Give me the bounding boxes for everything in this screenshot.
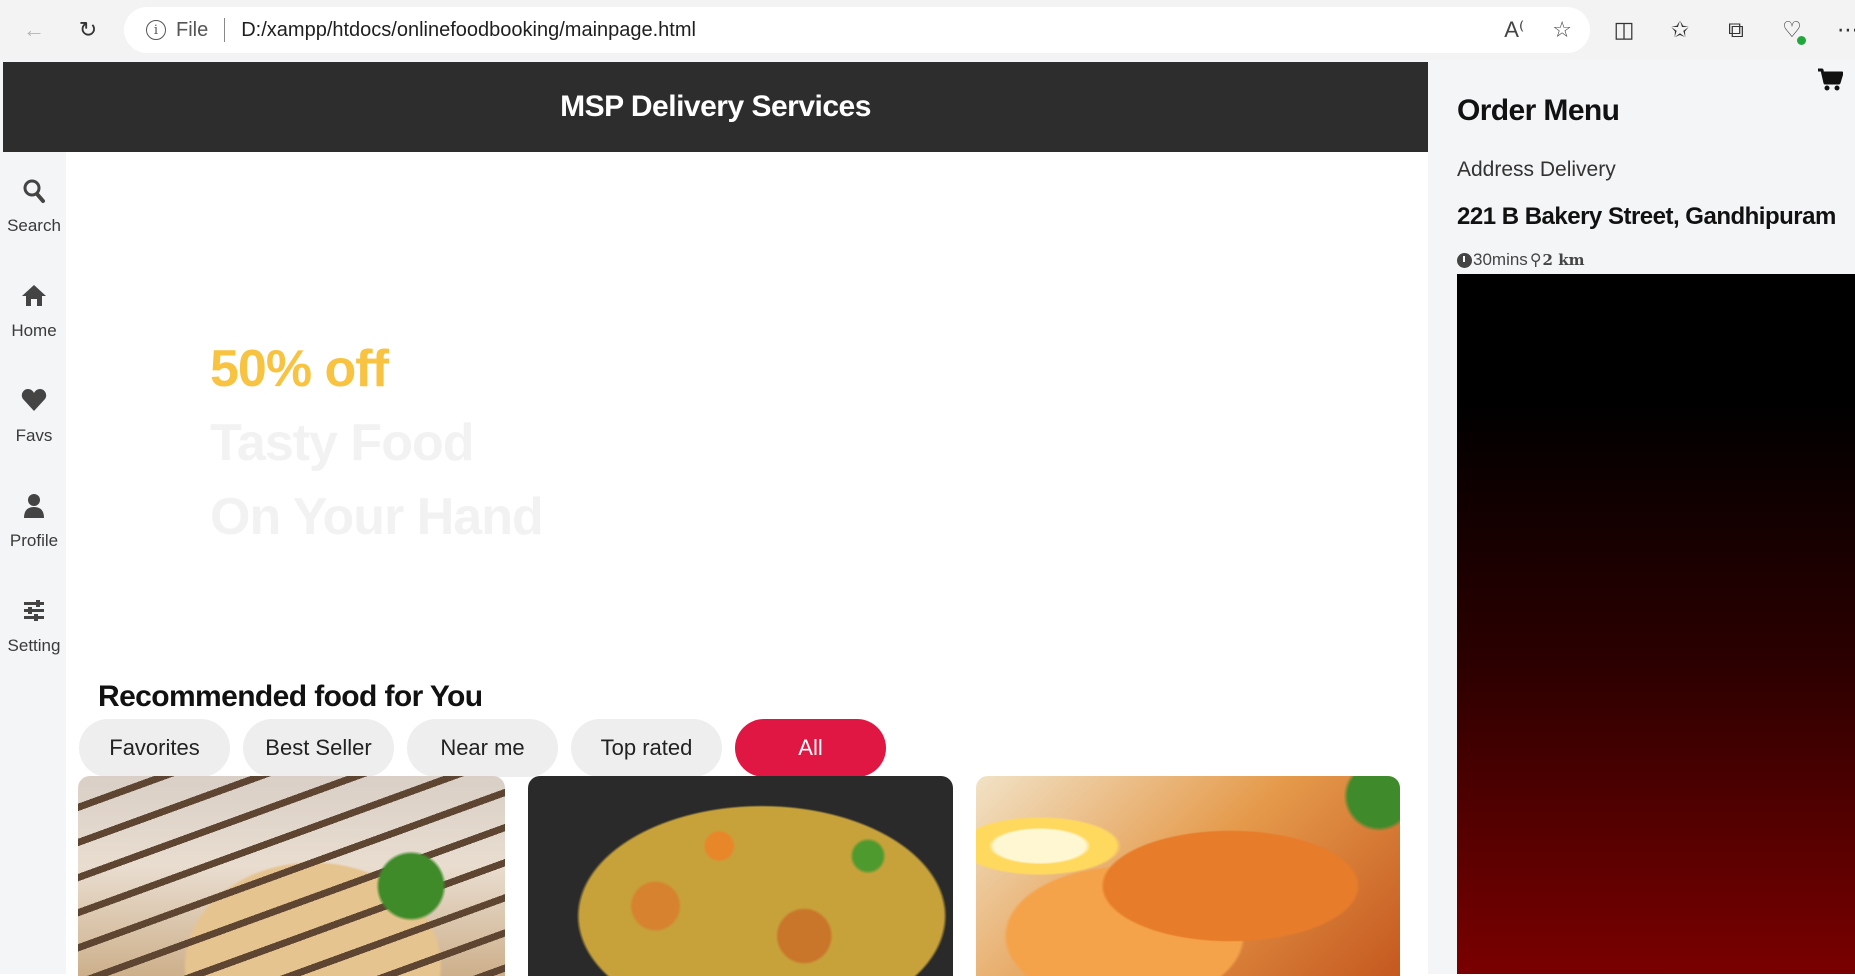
main-content: 50% off Tasty Food On Your Hand Recommen… xyxy=(66,152,1428,976)
url-text[interactable]: D:/xampp/htdocs/onlinefoodbooking/mainpa… xyxy=(241,19,696,42)
user-icon xyxy=(23,493,45,523)
sidebar-item-home[interactable]: Home xyxy=(3,259,65,364)
filter-chips: Favorites Best Seller Near me Top rated … xyxy=(79,719,886,777)
info-icon[interactable]: i xyxy=(146,20,166,40)
favorites-icon[interactable]: ✩ xyxy=(1666,17,1694,43)
sidebar-item-label: Setting xyxy=(7,635,61,655)
delivery-address: 221 B Bakery Street, Gandhipuram xyxy=(1457,203,1836,230)
promo-banner: 50% off Tasty Food On Your Hand xyxy=(210,332,544,554)
reload-icon[interactable]: ↻ xyxy=(68,10,108,50)
delivery-meta: 30mins ⚲ 2 km xyxy=(1457,250,1584,270)
address-bar[interactable]: i File D:/xampp/htdocs/onlinefoodbooking… xyxy=(124,7,1590,53)
read-aloud-icon[interactable]: A⁽ xyxy=(1504,17,1524,43)
sidebar-item-favs[interactable]: Favs xyxy=(3,364,65,469)
address-label: Address Delivery xyxy=(1457,158,1616,181)
food-cards xyxy=(78,776,1400,976)
sidebar-item-profile[interactable]: Profile xyxy=(3,469,65,574)
food-card-sandwich[interactable] xyxy=(78,776,505,976)
file-label: File xyxy=(176,18,209,41)
food-card-shrimp[interactable] xyxy=(976,776,1400,976)
sidebar-item-label: Search xyxy=(7,215,61,235)
filter-all[interactable]: All xyxy=(735,719,886,777)
sidebar-item-label: Home xyxy=(11,320,57,340)
sidebar-item-label: Profile xyxy=(9,530,59,550)
sliders-icon xyxy=(22,598,46,628)
browser-toolbar: ← ↻ i File D:/xampp/htdocs/onlinefoodboo… xyxy=(0,0,1855,60)
filter-favorites[interactable]: Favorites xyxy=(79,719,230,777)
promo-discount: 50% off xyxy=(210,340,389,398)
promo-tagline-2: On Your Hand xyxy=(210,488,544,546)
site-title: MSP Delivery Services xyxy=(560,90,871,123)
sidebar-item-setting[interactable]: Setting xyxy=(3,574,65,679)
more-icon[interactable]: ⋯ xyxy=(1834,17,1855,43)
web-page: MSP Delivery Services Search Home Favs P… xyxy=(0,60,1855,976)
food-card-fried-rice[interactable] xyxy=(528,776,953,976)
search-icon xyxy=(22,178,46,208)
sidebar-item-label: Favs xyxy=(15,425,53,445)
split-screen-icon[interactable]: ◫ xyxy=(1610,17,1638,43)
location-pin-icon: ⚲ xyxy=(1529,252,1542,269)
delivery-time: 30mins xyxy=(1473,250,1528,269)
site-header: MSP Delivery Services xyxy=(3,62,1428,152)
clock-icon xyxy=(1457,252,1472,268)
cart-icon[interactable] xyxy=(1817,68,1844,99)
star-icon[interactable]: ☆ xyxy=(1552,17,1572,43)
back-arrow-icon[interactable]: ← xyxy=(14,10,54,50)
order-menu-title: Order Menu xyxy=(1457,94,1620,127)
collections-icon[interactable]: ⧉ xyxy=(1722,17,1750,43)
filter-best-seller[interactable]: Best Seller xyxy=(243,719,394,777)
heart-pulse-icon[interactable]: ♡ xyxy=(1778,17,1806,45)
recommended-title: Recommended food for You xyxy=(98,680,483,713)
promo-tagline-1: Tasty Food xyxy=(210,414,474,472)
home-icon xyxy=(20,283,48,313)
address-bar-actions: A⁽ ☆ xyxy=(1504,7,1572,53)
sidebar-item-search[interactable]: Search xyxy=(3,154,65,259)
order-promo-block xyxy=(1457,274,1855,974)
delivery-distance: 2 km xyxy=(1542,251,1585,269)
heart-icon xyxy=(21,388,47,418)
order-panel: Order Menu Address Delivery 221 B Bakery… xyxy=(1428,60,1855,974)
address-separator xyxy=(224,18,226,42)
filter-top-rated[interactable]: Top rated xyxy=(571,719,722,777)
toolbar-icons: ◫ ✩ ⧉ ♡ ⋯ xyxy=(1610,10,1855,50)
sidebar: Search Home Favs Profile Setting xyxy=(3,152,65,974)
filter-near-me[interactable]: Near me xyxy=(407,719,558,777)
